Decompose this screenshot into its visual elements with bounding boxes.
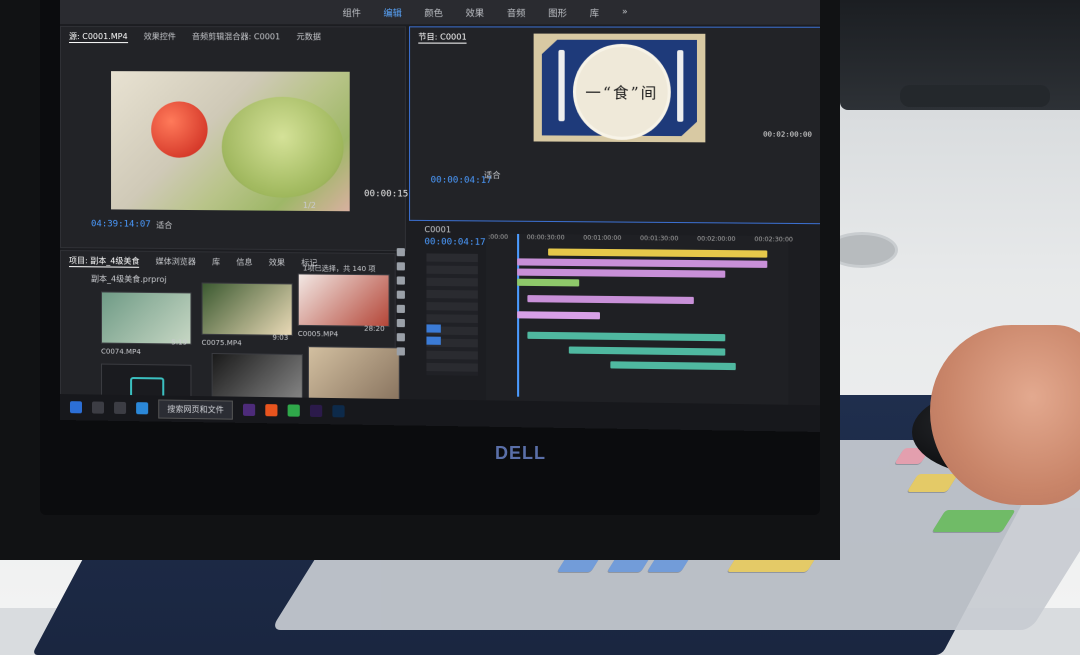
timeline-clip[interactable] (517, 278, 580, 287)
laptop-lid: DELL 组件 编辑 颜色 效果 音频 图形 库 » 源: C0001.MP4 … (0, 0, 840, 560)
timeline-clip[interactable] (517, 258, 768, 268)
task-view-icon[interactable] (114, 401, 127, 415)
clip-duration: 5:19 (171, 338, 188, 347)
tab-info[interactable]: 信息 (236, 257, 252, 269)
ruler-tick: 00:02:00:00 (697, 235, 736, 243)
tab-project[interactable]: 项目: 副本_4级美食 (68, 255, 140, 268)
tab-program[interactable]: 节目: C0001 (418, 31, 467, 44)
menu-item[interactable]: 图形 (548, 6, 567, 19)
tab-source[interactable]: 源: C0001.MP4 (68, 31, 128, 44)
clip-duration: 28:20 (364, 324, 385, 333)
hand-tool-icon[interactable] (396, 333, 405, 342)
background-monitor-stand (900, 85, 1050, 107)
wechat-icon[interactable] (287, 404, 300, 417)
key-yellow (906, 474, 959, 492)
tools-panel (394, 248, 408, 360)
selection-tool-icon[interactable] (396, 248, 405, 257)
source-panel-tabs: 源: C0001.MP4 效果控件 音频剪辑混合器: C0001 元数据 (61, 27, 405, 48)
ruler-tick: 00:00:30:00 (526, 234, 565, 242)
project-path: 副本_4级美食.prproj (90, 274, 167, 285)
selection-count: 1项已选择，共 140 项 (302, 264, 376, 274)
edge-icon[interactable] (136, 402, 149, 415)
source-panel: 源: C0001.MP4 效果控件 音频剪辑混合器: C0001 元数据 04:… (60, 26, 425, 252)
menu-overflow[interactable]: » (622, 7, 628, 17)
program-timecode-current: 00:00:04:17 (430, 175, 492, 186)
brand-logo: DELL (495, 443, 546, 463)
project-panel: 项目: 副本_4级美食 媒体浏览器 库 信息 效果 标记 副本_4级美食.prp… (60, 250, 400, 418)
program-video-preview: 一“食”间 (533, 33, 706, 143)
timeline-clip[interactable] (517, 268, 726, 278)
track-select-tool-icon[interactable] (396, 262, 405, 271)
menu-item-active[interactable]: 编辑 (383, 6, 401, 19)
clip-thumbnail[interactable] (101, 291, 192, 345)
track-headers (422, 243, 486, 396)
timeline-tracks: :00:00 00:00:30:00 00:01:00:00 00:01:30:… (486, 233, 793, 411)
ruler-tick: :00:00 (488, 233, 509, 241)
type-tool-icon[interactable] (396, 347, 405, 356)
ripple-edit-tool-icon[interactable] (396, 276, 405, 285)
program-fit-dropdown[interactable]: 适合 (484, 170, 500, 181)
key-enter (931, 510, 1016, 532)
taskbar-search[interactable]: 搜索网页和文件 (158, 398, 233, 420)
timeline-ruler: :00:00 00:00:30:00 00:01:00:00 00:01:30:… (486, 233, 793, 251)
tab-effects[interactable]: 效果 (269, 257, 285, 269)
clip-duration: 9:03 (272, 333, 289, 342)
source-timecode-current: 04:39:14:07 (90, 219, 151, 230)
menu-item[interactable]: 组件 (343, 6, 361, 19)
sequence-tab[interactable]: C0001 (424, 225, 451, 234)
clip-name: C0075.MP4 (201, 338, 242, 348)
tomato-image (151, 101, 208, 158)
cortana-icon[interactable] (91, 401, 105, 414)
premiere-icon[interactable] (242, 403, 256, 417)
clip-name: C0005.MP4 (297, 329, 339, 339)
pen-tool-icon[interactable] (396, 318, 405, 328)
timeline-clip[interactable] (527, 295, 694, 305)
timeline-clip[interactable] (610, 361, 736, 371)
source-resolution[interactable]: 1/2 (303, 201, 316, 210)
timeline-clip[interactable] (568, 346, 726, 356)
knife-image (677, 50, 684, 122)
tab-audio-mixer[interactable]: 音频剪辑混合器: C0001 (192, 31, 280, 43)
timeline-clip[interactable] (548, 248, 768, 258)
track-header-rows (426, 253, 478, 376)
menu-item[interactable]: 库 (590, 6, 599, 19)
razor-tool-icon[interactable] (396, 290, 405, 299)
tab-metadata[interactable]: 元数据 (296, 31, 320, 43)
clip-thumbnail[interactable] (201, 282, 293, 336)
ruler-tick: 00:01:30:00 (640, 234, 679, 243)
timeline-clip[interactable] (527, 331, 726, 342)
start-icon[interactable] (69, 401, 82, 414)
photoshop-icon[interactable] (332, 405, 345, 418)
menu-item[interactable]: 颜色 (424, 6, 442, 19)
salad-bowl-image (221, 96, 344, 199)
tab-libraries[interactable]: 库 (212, 256, 220, 268)
clip-thumbnail[interactable] (297, 273, 390, 327)
slip-tool-icon[interactable] (396, 304, 405, 313)
screen: 组件 编辑 颜色 效果 音频 图形 库 » 源: C0001.MP4 效果控件 … (60, 0, 821, 432)
clip-name: C0074.MP4 (101, 347, 141, 357)
chrome-icon[interactable] (265, 404, 278, 417)
ruler-tick: 00:01:00:00 (583, 234, 622, 242)
program-panel: 节目: C0001 一“食”间 00:00:04:17 适合 00:02:00:… (409, 26, 821, 225)
workspace-menu: 组件 编辑 颜色 效果 音频 图形 库 » (60, 0, 821, 25)
fork-image (558, 49, 565, 122)
timeline-clip[interactable] (517, 311, 600, 320)
plate-title: 一“食”间 (572, 43, 671, 141)
after-effects-icon[interactable] (309, 404, 323, 418)
source-video-preview (111, 71, 350, 212)
track-target-a2[interactable] (426, 336, 441, 345)
source-fit-dropdown[interactable]: 适合 (156, 220, 172, 231)
ruler-tick: 00:02:30:00 (754, 235, 793, 244)
menu-item[interactable]: 音频 (507, 6, 526, 19)
program-timecode-duration: 00:02:00:00 (763, 130, 812, 139)
menu-item[interactable]: 效果 (466, 6, 485, 19)
track-target-a1[interactable] (426, 324, 441, 333)
clip-thumbnail[interactable] (307, 346, 400, 401)
tab-effect-controls[interactable]: 效果控件 (144, 31, 176, 43)
tab-media-browser[interactable]: 媒体浏览器 (156, 256, 196, 268)
